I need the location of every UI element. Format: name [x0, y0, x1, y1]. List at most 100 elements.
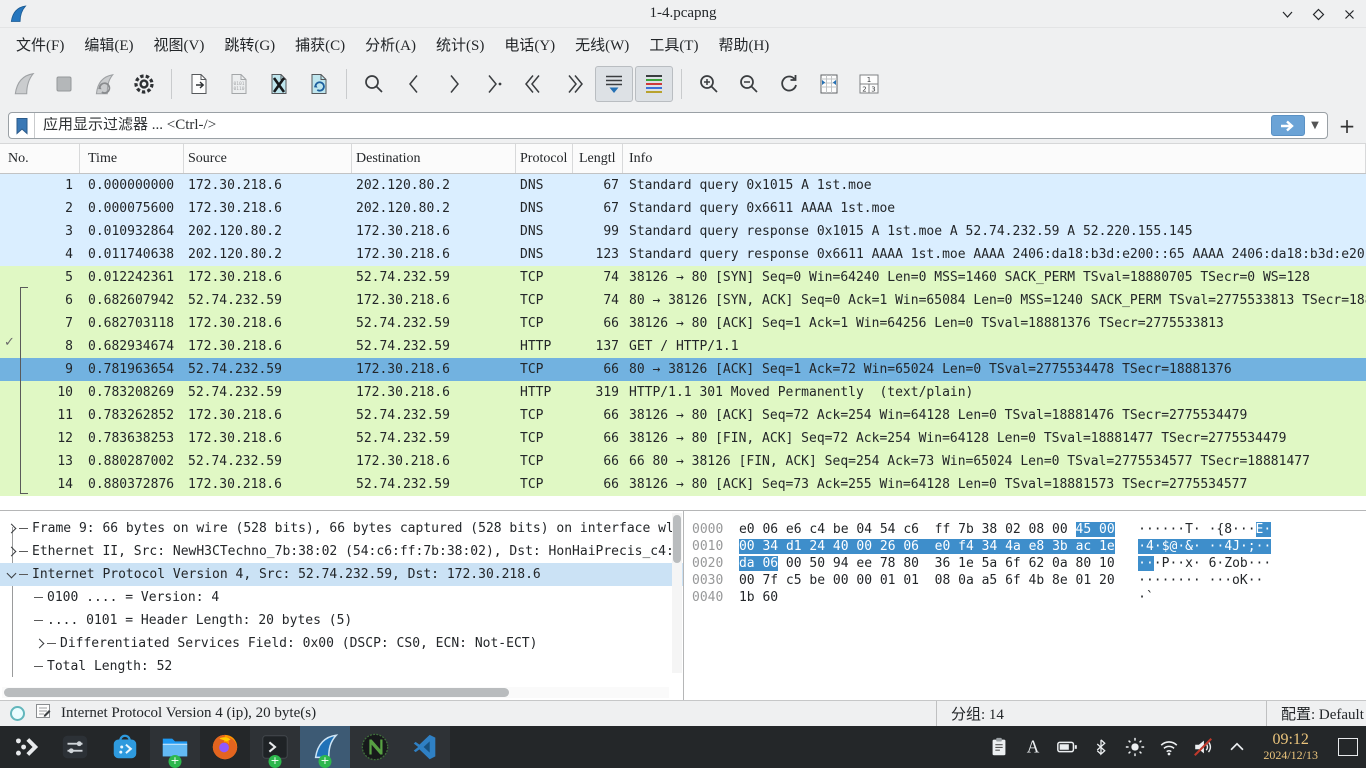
filter-bookmark-icon[interactable]: [9, 113, 35, 138]
filter-dropdown-caret[interactable]: ▼: [1307, 120, 1323, 131]
column-header-time[interactable]: Time: [80, 144, 184, 173]
menu-item-0[interactable]: 文件(F): [6, 30, 74, 59]
display-filter-box[interactable]: ▼: [8, 112, 1328, 139]
column-header-protocol[interactable]: Protocol: [516, 144, 573, 173]
hex-row-0020[interactable]: 0020 da 06 00 50 94 ee 78 80 36 1e 5a 6f…: [692, 555, 1366, 572]
hex-row-0040[interactable]: 0040 1b 60 ·`: [692, 589, 1366, 606]
expert-info-icon[interactable]: [10, 706, 25, 721]
go-back-button[interactable]: [395, 66, 433, 102]
column-header-destination[interactable]: Destination: [352, 144, 516, 173]
clock[interactable]: 09:12 2024/12/13: [1263, 732, 1318, 761]
packet-row-4[interactable]: 40.011740638202.120.80.2172.30.218.6DNS1…: [0, 243, 1366, 266]
taskbar-neovim[interactable]: [350, 726, 400, 768]
battery-icon[interactable]: [1053, 733, 1081, 761]
wifi-icon[interactable]: [1155, 733, 1183, 761]
packet-row-3[interactable]: 30.010932864202.120.80.2172.30.218.6DNS9…: [0, 220, 1366, 243]
profile-indicator[interactable]: 配置: Default: [1266, 701, 1366, 726]
menu-item-10[interactable]: 帮助(H): [708, 30, 779, 59]
details-vertical-scrollbar[interactable]: [672, 513, 682, 673]
auto-scroll-button[interactable]: [595, 66, 633, 102]
menu-item-2[interactable]: 视图(V): [144, 30, 215, 59]
normal-size-button[interactable]: 123: [850, 66, 888, 102]
taskbar-terminal[interactable]: +: [250, 726, 300, 768]
show-desktop-button[interactable]: [1338, 738, 1358, 756]
detail-line-3[interactable]: 0100 .... = Version: 4: [0, 586, 683, 609]
taskbar-app-launcher[interactable]: [0, 726, 50, 768]
go-forward-button[interactable]: [435, 66, 473, 102]
column-header-info[interactable]: Info: [623, 144, 1366, 173]
close-file-button[interactable]: [260, 66, 298, 102]
input-method-icon[interactable]: A: [1019, 733, 1047, 761]
hex-row-0010[interactable]: 0010 00 34 d1 24 40 00 26 06 e0 f4 34 4a…: [692, 538, 1366, 555]
taskbar-vscode[interactable]: [400, 726, 450, 768]
add-filter-button[interactable]: +: [1336, 114, 1358, 138]
packet-row-10[interactable]: 100.78320826952.74.232.59172.30.218.6HTT…: [0, 381, 1366, 404]
packet-row-13[interactable]: 130.88028700252.74.232.59172.30.218.6TCP…: [0, 450, 1366, 473]
menu-item-8[interactable]: 无线(W): [565, 30, 639, 59]
cell-time: 0.783638253: [80, 427, 184, 450]
brightness-icon[interactable]: [1121, 733, 1149, 761]
volume-muted-icon[interactable]: [1189, 733, 1217, 761]
column-header-source[interactable]: Source: [184, 144, 352, 173]
taskbar-discover-store[interactable]: [100, 726, 150, 768]
taskbar-firefox[interactable]: [200, 726, 250, 768]
detail-line-1[interactable]: Ethernet II, Src: NewH3CTechno_7b:38:02 …: [0, 540, 683, 563]
colorize-button[interactable]: [635, 66, 673, 102]
packet-row-6[interactable]: 60.68260794252.74.232.59172.30.218.6TCP7…: [0, 289, 1366, 312]
column-header-lengtl[interactable]: Lengtl: [573, 144, 623, 173]
chevron-up-icon[interactable]: [1223, 733, 1251, 761]
cell-src: 172.30.218.6: [184, 427, 352, 450]
menu-item-1[interactable]: 编辑(E): [74, 30, 143, 59]
menu-item-4[interactable]: 捕获(C): [285, 30, 355, 59]
packet-row-14[interactable]: 140.880372876172.30.218.652.74.232.59TCP…: [0, 473, 1366, 496]
capture-options-button[interactable]: [125, 66, 163, 102]
hex-row-0000[interactable]: 0000 e0 06 e6 c4 be 04 54 c6 ff 7b 38 02…: [692, 521, 1366, 538]
go-first-button[interactable]: [515, 66, 553, 102]
details-horizontal-scrollbar[interactable]: [2, 687, 669, 698]
zoom-out-button[interactable]: [730, 66, 768, 102]
close-button[interactable]: [1343, 8, 1356, 21]
go-last-button[interactable]: [555, 66, 593, 102]
menu-item-5[interactable]: 分析(A): [355, 30, 426, 59]
expand-icon[interactable]: [35, 639, 45, 649]
find-packet-button[interactable]: [355, 66, 393, 102]
menu-item-7[interactable]: 电话(Y): [494, 30, 565, 59]
menu-item-6[interactable]: 统计(S): [426, 30, 494, 59]
packet-row-2[interactable]: 20.000075600172.30.218.6202.120.80.2DNS6…: [0, 197, 1366, 220]
resize-columns-button[interactable]: [810, 66, 848, 102]
maximize-button[interactable]: [1312, 8, 1325, 21]
apply-filter-button[interactable]: [1271, 115, 1305, 136]
display-filter-input[interactable]: [35, 117, 1271, 134]
detail-line-6[interactable]: Total Length: 52: [0, 655, 683, 678]
expand-icon[interactable]: [7, 524, 17, 534]
packet-row-1[interactable]: 10.000000000172.30.218.6202.120.80.2DNS6…: [0, 174, 1366, 197]
collapse-icon[interactable]: [7, 568, 17, 578]
packet-row-11[interactable]: 110.783262852172.30.218.652.74.232.59TCP…: [0, 404, 1366, 427]
packet-row-7[interactable]: 70.682703118172.30.218.652.74.232.59TCP6…: [0, 312, 1366, 335]
clipboard-icon[interactable]: [985, 733, 1013, 761]
detail-line-4[interactable]: .... 0101 = Header Length: 20 bytes (5): [0, 609, 683, 632]
taskbar-system-settings[interactable]: [50, 726, 100, 768]
detail-line-0[interactable]: Frame 9: 66 bytes on wire (528 bits), 66…: [0, 517, 683, 540]
zoom-reset-button[interactable]: [770, 66, 808, 102]
menu-item-3[interactable]: 跳转(G): [214, 30, 285, 59]
open-file-button[interactable]: [180, 66, 218, 102]
reload-file-button[interactable]: [300, 66, 338, 102]
go-to-packet-button[interactable]: [475, 66, 513, 102]
taskbar-wireshark[interactable]: +: [300, 726, 350, 768]
minimize-button[interactable]: [1281, 8, 1294, 21]
column-header-no[interactable]: No.: [0, 144, 80, 173]
detail-line-2[interactable]: Internet Protocol Version 4, Src: 52.74.…: [0, 563, 683, 586]
packet-row-5[interactable]: 50.012242361172.30.218.652.74.232.59TCP7…: [0, 266, 1366, 289]
packet-row-9[interactable]: 90.78196365452.74.232.59172.30.218.6TCP6…: [0, 358, 1366, 381]
zoom-in-button[interactable]: [690, 66, 728, 102]
packet-row-12[interactable]: 120.783638253172.30.218.652.74.232.59TCP…: [0, 427, 1366, 450]
menu-item-9[interactable]: 工具(T): [639, 30, 708, 59]
hex-row-0030[interactable]: 0030 00 7f c5 be 00 00 01 01 08 0a a5 6f…: [692, 572, 1366, 589]
capture-comment-icon[interactable]: [35, 703, 51, 724]
bluetooth-icon[interactable]: [1087, 733, 1115, 761]
taskbar-file-manager[interactable]: +: [150, 726, 200, 768]
detail-line-5[interactable]: Differentiated Services Field: 0x00 (DSC…: [0, 632, 683, 655]
packet-row-8[interactable]: 80.682934674172.30.218.652.74.232.59HTTP…: [0, 335, 1366, 358]
expand-icon[interactable]: [7, 547, 17, 557]
